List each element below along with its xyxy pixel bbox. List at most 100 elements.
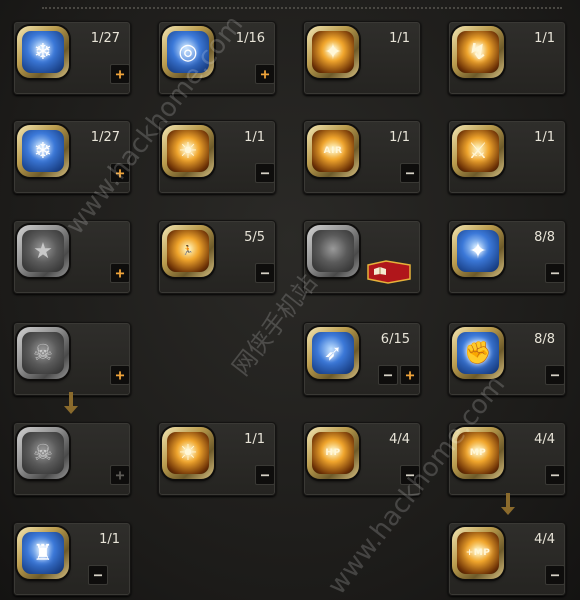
skill-plus-button[interactable]: + bbox=[400, 365, 420, 385]
skill-glyph: HP bbox=[312, 432, 354, 474]
skill-glyph: 🏃 bbox=[167, 230, 209, 272]
skull-mask-icon[interactable]: ☠ bbox=[17, 327, 69, 379]
skill-slot[interactable]: ➶ 6/15 − + bbox=[303, 322, 421, 396]
skill-slot[interactable]: ☀ 1/1 − bbox=[158, 120, 276, 194]
skill-plus-button[interactable]: + bbox=[110, 163, 130, 183]
power-figure-icon[interactable]: ☀ bbox=[162, 427, 214, 479]
skill-plus-button[interactable]: + bbox=[110, 64, 130, 84]
skill-minus-button[interactable]: − bbox=[545, 263, 565, 283]
strike-icon[interactable]: ✦ bbox=[307, 26, 359, 78]
radiant-figure-icon[interactable]: ☀ bbox=[162, 125, 214, 177]
slash-icon[interactable]: ⚔ bbox=[452, 125, 504, 177]
skill-level-count: 1/1 bbox=[244, 130, 265, 145]
skill-plus-button[interactable]: + bbox=[110, 263, 130, 283]
skill-minus-button[interactable]: − bbox=[400, 465, 420, 485]
locked-skill-icon[interactable] bbox=[307, 225, 359, 277]
skill-level-count: 1/1 bbox=[534, 130, 555, 145]
hp-icon[interactable]: HP bbox=[307, 427, 359, 479]
skill-slot[interactable]: ☠ + bbox=[13, 422, 131, 496]
skill-book-icon bbox=[367, 260, 411, 284]
skill-slot[interactable]: ❄ 1/27 + bbox=[13, 21, 131, 95]
skill-slot[interactable]: 🏃 5/5 − bbox=[158, 220, 276, 294]
fist-icon[interactable]: ✊ bbox=[452, 327, 504, 379]
skill-slot[interactable]: AIR 1/1 − bbox=[303, 120, 421, 194]
skill-glyph: ✦ bbox=[312, 31, 354, 73]
mp-icon[interactable]: MP bbox=[452, 427, 504, 479]
kick-icon[interactable]: ↯ bbox=[452, 26, 504, 78]
skill-glyph: ✦ bbox=[457, 230, 499, 272]
frost-flame-icon[interactable]: ❄ bbox=[17, 125, 69, 177]
skill-level-count: 1/27 bbox=[90, 31, 120, 46]
skill-minus-button[interactable]: − bbox=[88, 565, 108, 585]
skill-plus-button[interactable]: + bbox=[255, 64, 275, 84]
skill-slot[interactable]: ❄ 1/27 + bbox=[13, 120, 131, 194]
skill-level-count: 1/1 bbox=[389, 130, 410, 145]
skill-slot[interactable]: ★ + bbox=[13, 220, 131, 294]
skill-slot[interactable]: ◎ 1/16 + bbox=[158, 21, 276, 95]
skill-glyph: AIR bbox=[312, 130, 354, 172]
prereq-arrow-skull bbox=[64, 392, 78, 414]
skill-glyph: ☠ bbox=[22, 332, 64, 374]
skill-slot[interactable]: MP 4/4 − bbox=[448, 422, 566, 496]
top-divider bbox=[42, 7, 562, 9]
skill-glyph: ★ bbox=[22, 230, 64, 272]
air-icon[interactable]: AIR bbox=[307, 125, 359, 177]
skill-level-count: 6/15 bbox=[380, 332, 410, 347]
skill-minus-button[interactable]: − bbox=[545, 465, 565, 485]
skill-glyph: ☀ bbox=[167, 130, 209, 172]
sparkle-icon[interactable]: ✦ bbox=[452, 225, 504, 277]
skill-level-count: 1/1 bbox=[99, 532, 120, 547]
skill-level-count: 4/4 bbox=[534, 432, 555, 447]
skill-slot[interactable]: ✦ 1/1 bbox=[303, 21, 421, 95]
skill-slot[interactable] bbox=[303, 220, 421, 294]
skull-helm-icon[interactable]: ☠ bbox=[17, 427, 69, 479]
prereq-arrow-mp bbox=[501, 493, 515, 515]
skill-glyph bbox=[312, 230, 354, 272]
skill-glyph: MP bbox=[457, 432, 499, 474]
skill-plus-button[interactable]: + bbox=[110, 365, 130, 385]
skill-level-count: 1/1 bbox=[534, 31, 555, 46]
skill-slot[interactable]: ↯ 1/1 bbox=[448, 21, 566, 95]
skill-level-count: 4/4 bbox=[534, 532, 555, 547]
skill-slot[interactable]: ♜ 1/1 − bbox=[13, 522, 131, 596]
skill-slot[interactable]: ☠ + bbox=[13, 322, 131, 396]
skill-slot[interactable]: ✦ 8/8 − bbox=[448, 220, 566, 294]
ice-shards-icon[interactable]: ❄ bbox=[17, 26, 69, 78]
skill-level-count: 5/5 bbox=[244, 230, 265, 245]
skill-slot[interactable]: HP 4/4 − bbox=[303, 422, 421, 496]
skill-level-count: 1/27 bbox=[90, 130, 120, 145]
skill-minus-button[interactable]: − bbox=[378, 365, 398, 385]
skill-glyph: ◎ bbox=[167, 31, 209, 73]
skill-level-count: 8/8 bbox=[534, 230, 555, 245]
guardian-icon[interactable]: ♜ bbox=[17, 527, 69, 579]
skill-glyph: ☀ bbox=[167, 432, 209, 474]
mp-plus-icon[interactable]: +MP bbox=[452, 527, 504, 579]
skill-glyph: ❄ bbox=[22, 31, 64, 73]
skill-level-count: 1/1 bbox=[244, 432, 265, 447]
skill-glyph: ♜ bbox=[22, 532, 64, 574]
skill-minus-button[interactable]: − bbox=[545, 365, 565, 385]
skill-glyph: ✊ bbox=[457, 332, 499, 374]
dash-figure-icon[interactable]: ➶ bbox=[307, 327, 359, 379]
skill-minus-button[interactable]: − bbox=[255, 263, 275, 283]
skill-slot[interactable]: ☀ 1/1 − bbox=[158, 422, 276, 496]
skill-slot[interactable]: +MP 4/4 − bbox=[448, 522, 566, 596]
skill-minus-button[interactable]: − bbox=[255, 465, 275, 485]
skill-glyph: ⚔ bbox=[457, 130, 499, 172]
skill-level-count: 8/8 bbox=[534, 332, 555, 347]
skill-plus-button[interactable]: + bbox=[110, 465, 130, 485]
running-figure-icon[interactable]: 🏃 bbox=[162, 225, 214, 277]
skill-level-count: 4/4 bbox=[389, 432, 410, 447]
skill-glyph: ☠ bbox=[22, 432, 64, 474]
skill-glyph: ➶ bbox=[312, 332, 354, 374]
skill-level-count: 1/16 bbox=[235, 31, 265, 46]
skill-minus-button[interactable]: − bbox=[545, 565, 565, 585]
skill-minus-button[interactable]: − bbox=[400, 163, 420, 183]
skill-slot[interactable]: ✊ 8/8 − bbox=[448, 322, 566, 396]
target-orb-icon[interactable]: ◎ bbox=[162, 26, 214, 78]
skill-slot[interactable]: ⚔ 1/1 bbox=[448, 120, 566, 194]
star-burst-icon[interactable]: ★ bbox=[17, 225, 69, 277]
skill-glyph: ↯ bbox=[457, 31, 499, 73]
skill-glyph: ❄ bbox=[22, 130, 64, 172]
skill-minus-button[interactable]: − bbox=[255, 163, 275, 183]
